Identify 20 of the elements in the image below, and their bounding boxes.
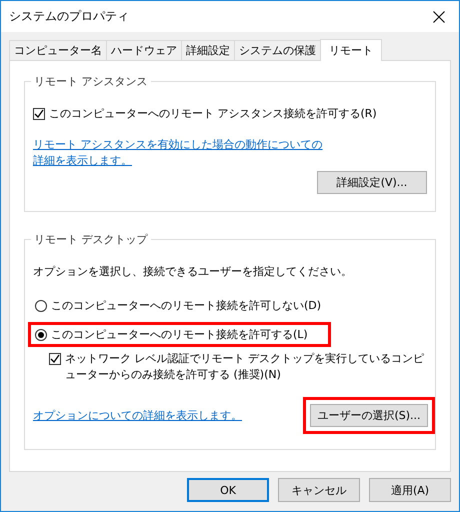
tab[interactable]: コンピューター名 bbox=[9, 40, 107, 60]
radio-option[interactable]: このコンピューターへのリモート接続を許可する(L) bbox=[28, 322, 331, 347]
dialog-button[interactable]: OK bbox=[187, 478, 269, 502]
checkbox[interactable] bbox=[33, 108, 45, 120]
checkbox-label[interactable]: このコンピューターへのリモート アシスタンス接続を許可する(R) bbox=[49, 106, 377, 122]
group-title: リモート アシスタンス bbox=[31, 74, 150, 89]
dialog-button[interactable]: キャンセル bbox=[278, 478, 360, 502]
window-title: システムのプロパティ bbox=[9, 8, 129, 25]
tab[interactable]: リモート bbox=[320, 39, 382, 61]
close-icon[interactable] bbox=[433, 10, 445, 22]
checkbox-label[interactable]: ネットワーク レベル認証でリモート デスクトップを実行しているコンピューターからのみ接続を許可する (推奨)(N) bbox=[65, 351, 425, 383]
details-link[interactable]: リモート アシスタンスを有効にした場合の動作についての詳細を表示します。 bbox=[33, 137, 323, 169]
dialog-button[interactable]: 適用(A) bbox=[369, 478, 451, 502]
group-title: リモート デスクトップ bbox=[31, 232, 150, 247]
advanced-button[interactable]: 詳細設定(V)... bbox=[317, 171, 427, 194]
options-link[interactable]: オプションについての詳細を表示します。 bbox=[33, 408, 242, 424]
radio-option[interactable]: このコンピューターへのリモート接続を許可しない(D) bbox=[28, 293, 328, 318]
select-users-button[interactable]: ユーザーの選択(S)... bbox=[310, 404, 428, 427]
checkbox[interactable] bbox=[49, 353, 61, 365]
instruction-text: オプションを選択し、接続できるユーザーを指定してください。 bbox=[33, 264, 353, 279]
